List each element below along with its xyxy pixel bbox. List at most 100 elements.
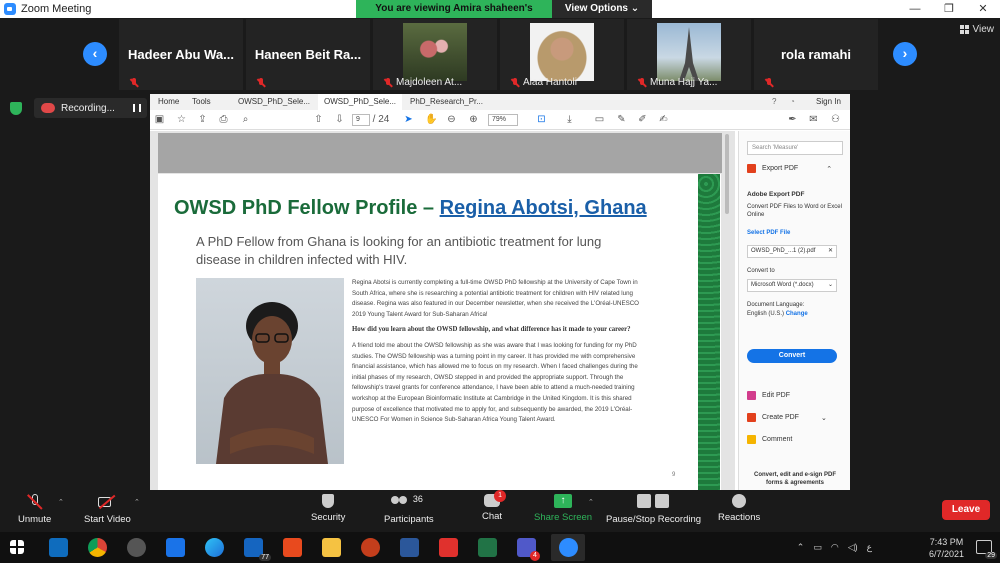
zoom-search-icon[interactable]: ⌕ [240,114,251,125]
change-language-link[interactable]: Change [786,311,808,317]
unmute-button[interactable]: Unmute [18,494,51,525]
wifi-icon[interactable]: ◠ [831,542,839,553]
recording-indicator[interactable]: Recording... [34,98,147,118]
bookmark-star-icon[interactable]: ☆ [176,114,187,125]
participant-tile[interactable]: Hadeer Abu Wa... [119,19,243,90]
save-icon[interactable]: ▣ [154,114,165,125]
zoom-out-icon[interactable]: ⊖ [446,114,457,125]
tab-document-2[interactable]: OWSD_PhD_Sele... [318,94,402,110]
tools-search-input[interactable]: Search 'Measure' [747,141,843,155]
scroll-mode-icon[interactable]: ⤓ [564,114,575,125]
video-options-caret[interactable]: ⌃ [134,498,140,506]
window-controls: — ❐ ✕ [898,0,1000,18]
create-pdf-tool[interactable]: Create PDF ⌄ [747,413,827,422]
document-scrollbar[interactable] [725,134,729,214]
comment-tool[interactable]: Comment [747,435,792,444]
zoom-level-select[interactable]: 79% [488,114,518,126]
office-icon[interactable] [283,538,302,557]
excel-icon[interactable] [478,538,497,557]
view-button[interactable]: View [959,24,994,35]
mail-icon[interactable]: 77 [244,538,271,561]
hand-tool-icon[interactable]: ✋ [425,114,437,125]
select-pdf-link[interactable]: Select PDF File [747,229,843,237]
page-number-input[interactable]: 9 [352,114,370,126]
pause-icon[interactable] [133,104,141,112]
print-icon[interactable]: ⎙ [218,114,229,125]
start-video-button[interactable]: Start Video [84,494,131,525]
keyboard-icon[interactable]: ▭ [813,542,822,553]
volume-icon[interactable]: ◁) [848,542,858,553]
share-screen-button[interactable]: ↑ Share Screen [534,494,592,523]
clock[interactable]: 7:43 PM 6/7/2021 [929,536,964,560]
security-button[interactable]: Security [311,494,345,523]
participants-button[interactable]: 36 Participants [384,494,434,525]
tab-tools[interactable]: Tools [186,94,217,110]
chevron-up-icon[interactable]: ⌃ [797,542,805,553]
fill-sign-icon[interactable]: ✒ [787,114,798,125]
input-language[interactable]: ع [867,542,872,553]
mic-muted-icon [129,78,139,88]
fit-page-icon[interactable]: ⊡ [536,114,547,125]
windows-start-icon[interactable] [10,540,24,554]
outlook-icon[interactable] [49,538,68,557]
sign-icon[interactable]: ✍ [658,114,669,125]
edit-pdf-tool[interactable]: Edit PDF [747,391,790,400]
participant-name: Haneen Beit Ra... [254,47,362,62]
zoom-taskbar-button[interactable] [551,534,585,561]
participant-tile[interactable]: Alaa Hantoli [500,19,624,90]
chat-button[interactable]: 1 Chat [482,490,507,522]
zoom-in-icon[interactable]: ⊕ [468,114,479,125]
page-up-icon[interactable]: ⇧ [313,114,324,125]
highlight-icon[interactable]: ✐ [637,114,648,125]
comment-tool-icon[interactable]: ▭ [594,114,605,125]
profile-link[interactable]: Regina Abotsi, Ghana [440,197,647,219]
word-icon[interactable] [400,538,419,557]
participant-tile[interactable]: Majdoleen At... [373,19,497,90]
share-options-caret[interactable]: ⌃ [588,498,594,506]
acrobat-toolbar: ▣ ☆ ⇪ ⎙ ⌕ ⇧ ⇩ 9 / 24 ➤ ✋ ⊖ ⊕ 79% ⊡ ⤓ ▭ ✎… [150,110,850,130]
tab-document-1[interactable]: OWSD_PhD_Sele... [232,94,318,110]
participant-tile[interactable]: rola ramahi [754,19,878,90]
selected-file-field[interactable]: OWSD_PhD_...1 (2).pdf ✕ [747,245,837,258]
tab-document-3[interactable]: PhD_Research_Pr... [404,94,494,110]
pause-stop-recording-button[interactable]: Pause/Stop Recording [606,494,701,525]
upload-icon[interactable]: ⇪ [197,114,208,125]
restore-button[interactable]: ❐ [932,0,966,18]
anydesk-icon[interactable] [439,538,458,557]
portrait-illustration [216,302,328,464]
participant-status [129,78,142,88]
reactions-button[interactable]: Reactions [718,494,760,523]
paint-icon[interactable] [127,538,146,557]
close-button[interactable]: ✕ [966,0,1000,18]
page-down-icon[interactable]: ⇩ [334,114,345,125]
pen-icon[interactable]: ✎ [616,114,627,125]
leave-button[interactable]: Leave [942,500,990,520]
help-icon[interactable]: ? [766,94,782,110]
format-select[interactable]: Microsoft Word (*.docx) ⌄ [747,279,837,292]
participant-tile[interactable]: Haneen Beit Ra... [246,19,370,90]
mail-icon[interactable]: ✉ [808,114,819,125]
sign-in-link[interactable]: Sign In [810,94,847,110]
share-user-icon[interactable]: ⚇ [830,114,841,125]
clock-time: 7:43 PM [929,537,964,547]
minimize-button[interactable]: — [898,0,932,18]
export-pdf-tool[interactable]: Export PDF ⌃ [747,164,832,173]
chrome-icon[interactable] [88,538,107,557]
tab-home[interactable]: Home [152,94,185,110]
view-options-button[interactable]: View Options ⌄ [552,0,652,18]
gallery-next-button[interactable]: › [893,42,917,66]
close-icon[interactable]: ✕ [828,246,833,257]
select-cursor-icon[interactable]: ➤ [403,114,414,125]
participant-tile[interactable]: Muna Hajj Ya... [627,19,751,90]
powerpoint-icon[interactable] [361,538,380,557]
calendar-icon[interactable] [166,538,185,557]
gallery-prev-button[interactable]: ‹ [83,42,107,66]
convert-button[interactable]: Convert [747,349,837,363]
notification-center-icon[interactable]: 29 [976,540,997,559]
audio-options-caret[interactable]: ⌃ [58,498,64,506]
file-explorer-icon[interactable] [322,538,341,557]
edge-icon[interactable] [205,538,224,557]
document-subtitle: A PhD Fellow from Ghana is looking for a… [196,234,602,267]
teams-icon[interactable]: 4 [517,538,540,561]
bell-icon[interactable]: ◔ [784,94,801,110]
